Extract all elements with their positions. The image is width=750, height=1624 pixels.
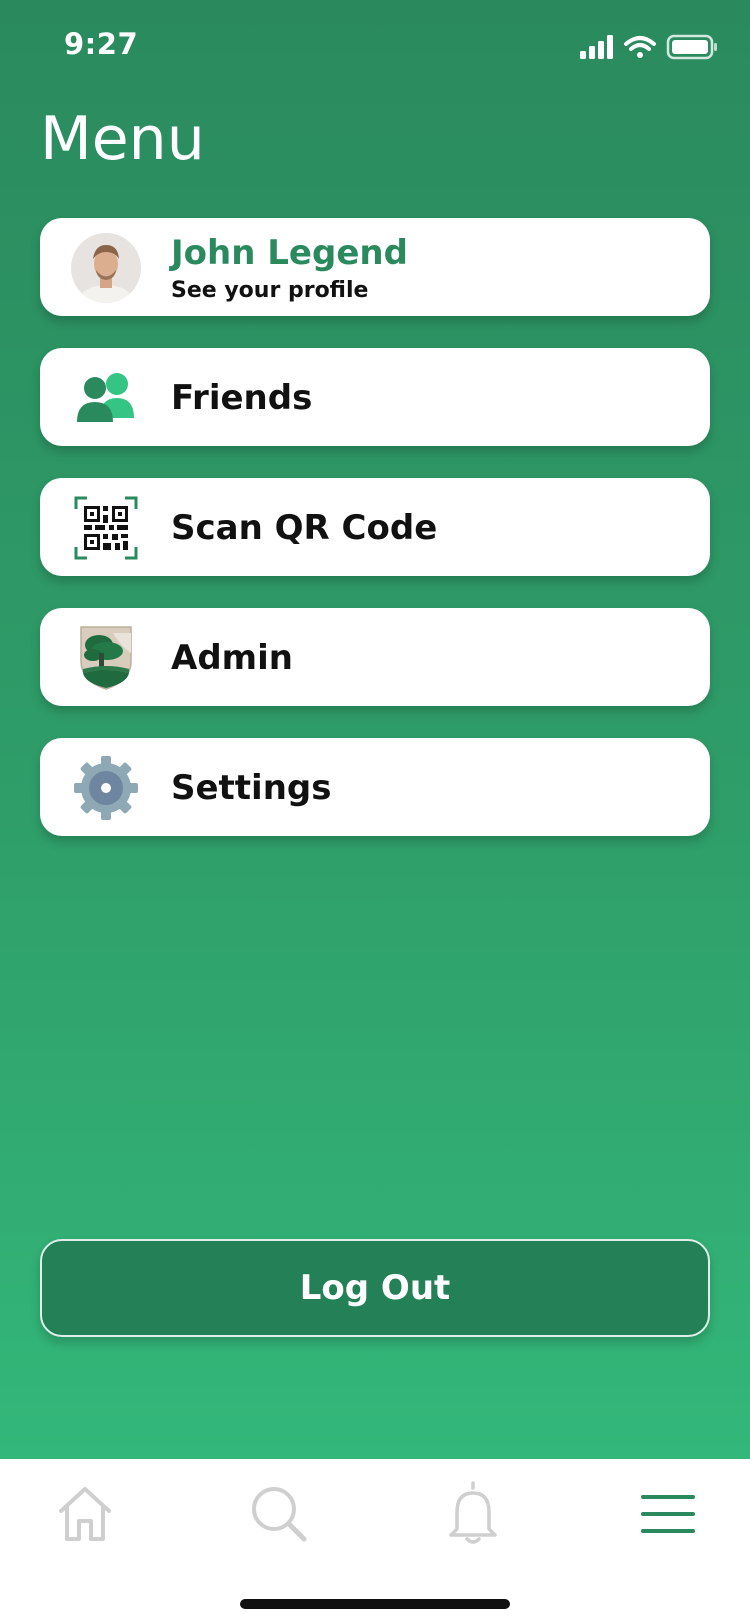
- avatar: [71, 233, 141, 303]
- gear-icon: [74, 756, 138, 820]
- menu-item-settings[interactable]: Settings: [40, 738, 710, 836]
- qr-code-icon: [74, 496, 138, 560]
- home-icon[interactable]: [45, 1479, 125, 1549]
- see-profile-label: See your profile: [171, 278, 369, 303]
- menu-item-label: Friends: [171, 378, 313, 418]
- wifi-icon: [624, 36, 656, 58]
- menu-item-admin[interactable]: Admin: [40, 608, 710, 706]
- profile-card[interactable]: John Legend See your profile: [40, 218, 710, 316]
- menu-item-label: Admin: [171, 638, 293, 678]
- hamburger-menu-icon[interactable]: [627, 1479, 707, 1549]
- bottom-nav: [0, 1459, 750, 1624]
- status-icons: [580, 34, 717, 60]
- battery-icon: [666, 34, 717, 60]
- bell-icon[interactable]: [433, 1479, 513, 1549]
- search-icon[interactable]: [238, 1479, 318, 1549]
- page-title: Menu: [40, 104, 205, 174]
- log-out-button[interactable]: Log Out: [40, 1239, 710, 1337]
- friends-icon: [77, 373, 134, 422]
- cellular-signal-icon: [580, 35, 613, 59]
- menu-item-label: Scan QR Code: [171, 508, 438, 548]
- home-indicator: [240, 1599, 510, 1609]
- menu-item-scan-qr-code[interactable]: Scan QR Code: [40, 478, 710, 576]
- status-bar: 9:27: [0, 0, 750, 92]
- menu-screen: 9:27 Menu John Legend See your profile F…: [0, 0, 750, 1624]
- menu-item-friends[interactable]: Friends: [40, 348, 710, 446]
- menu-item-label: Settings: [171, 768, 332, 808]
- profile-name: John Legend: [171, 233, 408, 273]
- crest-icon: [80, 626, 132, 690]
- status-time: 9:27: [64, 27, 139, 61]
